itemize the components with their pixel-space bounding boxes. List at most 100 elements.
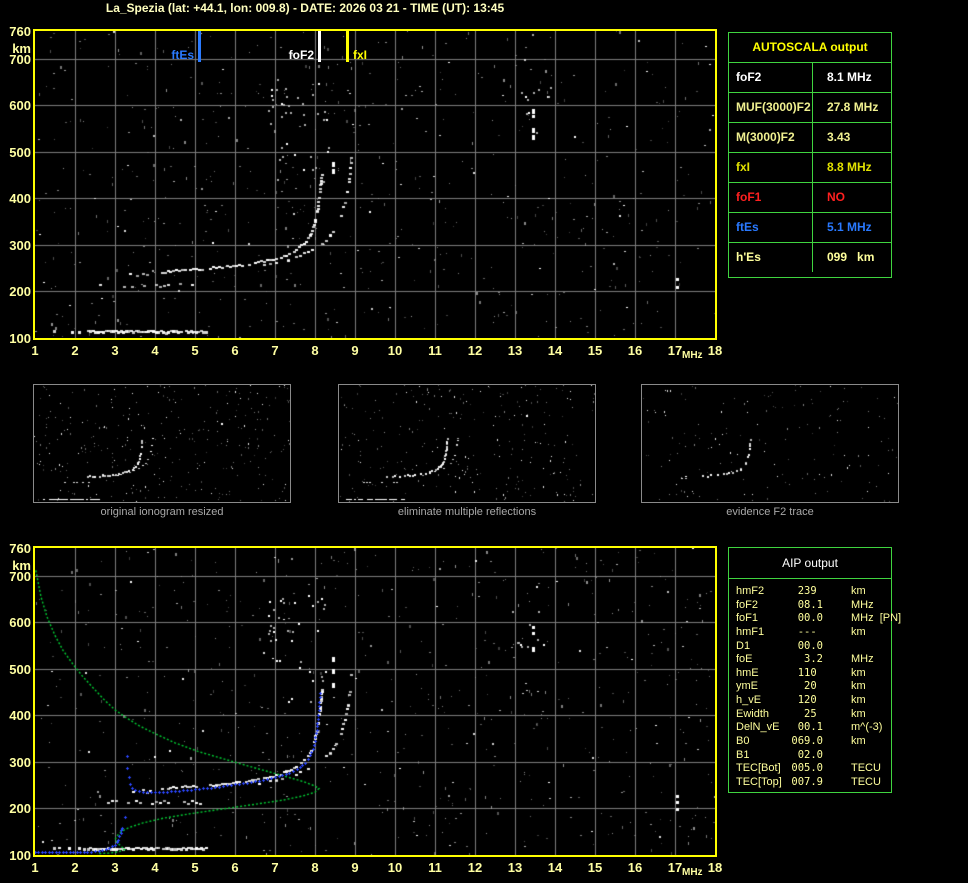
panel-caption-eliminate: eliminate multiple reflections bbox=[397, 506, 537, 518]
x-tick-label: 12 bbox=[467, 860, 483, 875]
x-tick-label: 15 bbox=[587, 343, 603, 358]
x-tick-label: 2 bbox=[71, 343, 79, 358]
aip-row-delnve: DelN_vE 00.1 m^(-3) bbox=[729, 721, 891, 735]
aip-param-label: h_vE bbox=[736, 694, 762, 707]
ftes-marker-line bbox=[198, 31, 201, 62]
autoscala-table: AUTOSCALA output foF2 8.1 MHz MUF(3000)F2 2… bbox=[728, 32, 892, 278]
fxi-marker-label: fxI bbox=[353, 48, 368, 62]
aip-row-yme: ymE 20 km bbox=[729, 680, 891, 694]
x-tick-label: 4 bbox=[151, 343, 159, 358]
x-tick-label: 9 bbox=[351, 860, 359, 875]
x-tick-label: 5 bbox=[191, 343, 199, 358]
aip-param-value: --- bbox=[797, 625, 823, 638]
x-axis-unit-label: MHz bbox=[682, 867, 703, 878]
x-tick-label: 7 bbox=[271, 860, 279, 875]
y-tick-label: 100 bbox=[9, 848, 31, 863]
autoscala-table-rows: foF2 8.1 MHz MUF(3000)F2 27.8 MHz M(3000)F2 3… bbox=[729, 62, 891, 272]
aip-param-unit: MHz [PN] bbox=[851, 612, 902, 625]
aip-param-unit: TECU bbox=[851, 762, 881, 775]
y-tick-label: 300 bbox=[9, 237, 31, 253]
aip-param-value: 02.0 bbox=[797, 748, 823, 761]
aip-param-unit: km bbox=[851, 666, 866, 679]
aip-param-value: 007.9 bbox=[791, 775, 823, 788]
x-tick-label: 10 bbox=[387, 343, 403, 358]
y-axis-unit-label: km bbox=[12, 41, 31, 56]
autoscala-param-value: 8.8 MHz bbox=[827, 160, 872, 174]
aip-row-hme: hmE 110 km bbox=[729, 667, 891, 681]
x-tick-label: 14 bbox=[547, 860, 563, 875]
bottom-ionogram-frame bbox=[33, 546, 717, 857]
aip-param-unit: km bbox=[851, 694, 866, 707]
x-tick-label: 3 bbox=[111, 860, 119, 875]
x-tick-label: 8 bbox=[311, 860, 319, 875]
x-tick-label: 6 bbox=[231, 860, 239, 875]
aip-row-hmf1: hmF1 --- km bbox=[729, 626, 891, 640]
aip-table: AIP output hmF2 239 km foF2 08.1 MHz foF1 00.0… bbox=[728, 547, 901, 793]
aip-param-unit: m^(-3) bbox=[851, 721, 883, 734]
x-tick-label: 7 bbox=[271, 343, 279, 358]
autoscala-param-label: M(3000)F2 bbox=[729, 123, 813, 152]
aip-param-unit: km bbox=[851, 585, 866, 597]
x-tick-label: 5 bbox=[191, 860, 199, 875]
aip-param-label: TEC[Bot] bbox=[736, 762, 781, 775]
x-tick-label: 13 bbox=[507, 860, 523, 875]
aip-param-label: foF2 bbox=[736, 598, 759, 611]
aip-param-label: B0 bbox=[736, 735, 750, 748]
y-tick-label: 200 bbox=[9, 801, 31, 817]
autoscala-param-value: 27.8 MHz bbox=[827, 100, 879, 114]
page-title: La_Spezia (lat: +44.1, lon: 009.8) - DAT… bbox=[105, 1, 505, 15]
autoscala-param-label: fxI bbox=[729, 153, 813, 182]
aip-param-label: TEC[Top] bbox=[736, 775, 782, 788]
aip-row-hve: h_vE 120 km bbox=[729, 694, 891, 708]
aip-row-ewidth: Ewidth 25 km bbox=[729, 708, 891, 722]
panel-eliminate-reflections bbox=[338, 384, 596, 503]
aip-param-value: 00.0 bbox=[797, 639, 823, 652]
x-tick-label: 12 bbox=[467, 343, 483, 358]
x-tick-label: 9 bbox=[351, 343, 359, 358]
autoscala-row-fof1: foF1 NO bbox=[729, 182, 891, 212]
aip-param-value: 069.0 bbox=[791, 735, 823, 748]
aip-row-fof2: foF2 08.1 MHz bbox=[729, 599, 891, 613]
x-tick-label: 13 bbox=[507, 343, 523, 358]
x-tick-label: 8 bbox=[311, 343, 319, 358]
aip-param-unit: km bbox=[851, 680, 866, 693]
x-tick-label: 18 bbox=[707, 860, 723, 875]
aip-param-unit bbox=[823, 749, 891, 763]
autoscala-param-label: foF2 bbox=[729, 63, 813, 92]
x-axis-unit-label: MHz bbox=[682, 350, 703, 361]
aip-param-unit bbox=[823, 640, 891, 654]
y-tick-label: 600 bbox=[9, 615, 31, 631]
y-tick-label: 400 bbox=[9, 191, 31, 207]
autoscala-row-muf3000f2: MUF(3000)F2 27.8 MHz bbox=[729, 92, 891, 122]
top-ionogram-frame bbox=[33, 29, 717, 340]
aip-param-value: 20 bbox=[804, 680, 823, 693]
x-tick-label: 16 bbox=[627, 860, 643, 875]
aip-param-unit: km bbox=[851, 625, 866, 638]
aip-param-value: 120 bbox=[797, 694, 823, 707]
x-tick-label: 3 bbox=[111, 343, 119, 358]
x-tick-label: 14 bbox=[547, 343, 563, 358]
autoscala-param-label: ftEs bbox=[729, 213, 813, 242]
x-tick-label: 11 bbox=[428, 860, 442, 875]
aip-row-foe: foE 3.2 MHz bbox=[729, 653, 891, 667]
aip-param-unit: TECU bbox=[851, 775, 881, 788]
y-tick-label: 300 bbox=[9, 754, 31, 770]
aip-row-tecbot: TEC[Bot] 005.0 TECU bbox=[729, 762, 891, 776]
aip-param-value: 00.0 bbox=[797, 612, 823, 625]
aip-row-b1: B1 02.0 bbox=[729, 749, 891, 763]
aip-param-label: hmF1 bbox=[736, 625, 765, 638]
aip-row-tectop: TEC[Top] 007.9 TECU bbox=[729, 776, 891, 790]
aip-row-fof1: foF1 00.0 MHz [PN] bbox=[729, 612, 901, 626]
fxi-marker-line bbox=[346, 31, 349, 62]
autoscala-param-label: h'Es bbox=[729, 243, 813, 272]
autoscala-param-label: MUF(3000)F2 bbox=[729, 93, 813, 122]
aip-param-value: 3.2 bbox=[804, 653, 823, 666]
fof2-marker-line bbox=[318, 31, 321, 62]
autoscala-param-value: 5.1 MHz bbox=[827, 220, 872, 234]
aip-param-unit: MHz bbox=[851, 653, 874, 666]
y-tick-label: 500 bbox=[9, 661, 31, 677]
x-tick-label: 18 bbox=[707, 343, 723, 358]
y-tick-label: 400 bbox=[9, 708, 31, 724]
panel-eliminate-reflections-canvas bbox=[339, 385, 595, 502]
x-tick-label: 2 bbox=[71, 860, 79, 875]
